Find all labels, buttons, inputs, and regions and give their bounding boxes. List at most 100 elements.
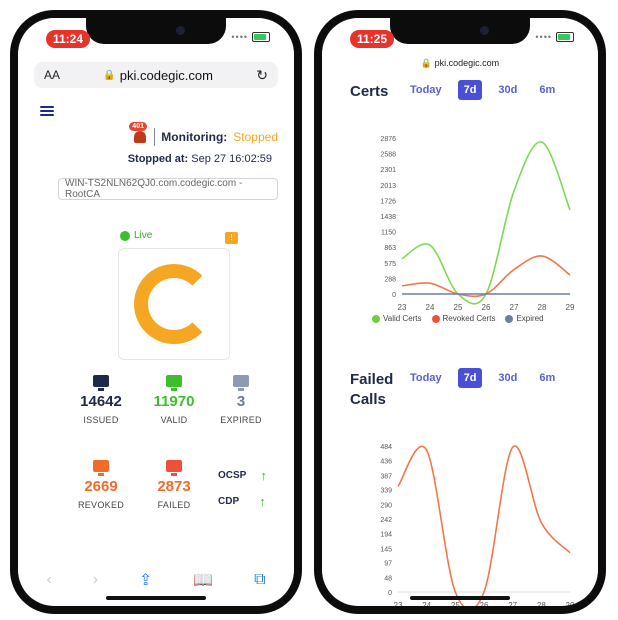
tab-30d[interactable]: 30d [492,80,523,100]
stat-valid[interactable]: 11970 VALID [139,375,209,425]
y-tick-label: 1726 [380,198,396,205]
tab-6m[interactable]: 6m [533,368,561,388]
y-tick-label: 575 [384,261,396,268]
host-selector[interactable]: WIN-TS2NLN62QJ0.com.codegic.com - RootCA [58,178,278,200]
legend-valid[interactable]: Valid Certs [372,314,422,323]
failed-calls-chart: 0 48 97 145 194 242 290 339 387 436 484 23 24 25 26 27 2… [380,444,575,606]
status-time: 11:25 [350,30,395,48]
pulse-icon [166,460,182,476]
x-tick-label: 27 [510,303,519,312]
stat-number: 2669 [84,478,118,495]
stat-revoked[interactable]: 2669 REVOKED [66,460,136,510]
legend-label: Revoked Certs [442,314,496,323]
certificate-icon [233,375,249,391]
legend-dot [372,314,380,323]
phone-left: 11:24 •••• AA 🔒 pki.codegic.com ↻ 401 Mo… [10,10,302,614]
divider [154,128,156,146]
failed-range-tabs: Today 7d 30d 6m [404,368,561,388]
failed-title-line-2: Calls [350,391,386,408]
share-icon[interactable]: ⇪ [139,570,152,590]
tab-7d[interactable]: 7d [457,80,483,100]
y-tick-label: 290 [380,503,392,510]
tab-7d[interactable]: 7d [457,368,483,388]
failed-calls-title: Failed Calls [350,370,393,410]
y-tick-label: 242 [380,517,392,524]
legend-label: Valid Certs [383,314,422,323]
x-tick-label: 27 [508,601,517,606]
y-tick-label: 339 [380,488,392,495]
stat-failed[interactable]: 2873 FAILED [139,460,209,510]
tab-today[interactable]: Today [404,80,448,100]
legend-expired[interactable]: Expired [505,314,544,323]
tabs-icon[interactable]: ⧉ [254,571,265,589]
tab-6m[interactable]: 6m [533,80,561,100]
y-tick-label: 2013 [380,183,396,190]
address-bar[interactable]: AA 🔒 pki.codegic.com ↻ [34,62,278,88]
stat-issued[interactable]: 14642 ISSUED [66,375,136,425]
phone-right: 11:25 •••• 🔒 pki.codegic.com Certs Today… [314,10,606,614]
x-tick-label: 25 [451,601,460,606]
monitoring-value: Stopped [233,130,278,144]
stat-number: 14642 [80,393,122,410]
lock-icon: 🔒 [103,69,116,81]
stat-label: REVOKED [77,500,125,510]
url-display[interactable]: 🔒 pki.codegic.com [322,58,598,69]
legend-dot [431,314,440,323]
back-icon[interactable]: ‹ [46,571,51,589]
notch [390,18,530,44]
bookmarks-icon[interactable]: 📖 [193,570,213,590]
x-tick-label: 29 [566,303,575,312]
notch [86,18,226,44]
failed-title-line-1: Failed [350,371,394,388]
arrow-up-icon: ↑ [260,468,267,483]
y-tick-label: 863 [384,245,396,252]
legend-dot [505,314,514,323]
home-indicator [106,596,206,600]
bell-icon[interactable]: 401 [129,122,148,146]
x-tick-label: 26 [480,601,489,606]
forward-icon[interactable]: › [93,571,98,589]
y-tick-label: 194 [380,531,392,538]
y-tick-label: 0 [388,590,392,597]
url-text: pki.codegic.com [119,67,213,83]
url-display[interactable]: 🔒 pki.codegic.com [103,68,213,83]
y-tick-label: 387 [380,473,392,480]
home-indicator [410,596,510,600]
x-tick-label: 29 [566,601,575,606]
y-tick-label: 1438 [380,214,396,221]
notification-badge: 401 [129,122,147,131]
reload-icon[interactable]: ↻ [256,67,268,84]
tab-today[interactable]: Today [404,368,448,388]
text-size-button[interactable]: AA [44,68,60,82]
ocsp-status[interactable]: OCSP ↑ [218,468,267,483]
x-tick-label: 26 [482,303,491,312]
cdp-status[interactable]: CDP ↑ [218,494,266,509]
y-tick-label: 1150 [381,230,396,237]
arrow-up-icon: ↑ [259,494,266,509]
y-tick-label: 2876 [380,136,396,143]
lock-icon: 🔒 [420,58,433,68]
stat-expired[interactable]: 3 EXPIRED [206,375,276,425]
menu-icon[interactable] [40,106,54,116]
legend-revoked[interactable]: Revoked Certs [431,314,496,323]
certificate-icon [93,460,109,476]
stopped-at: Stopped at: Sep 27 16:02:59 [128,153,272,165]
y-tick-label: 2301 [380,167,396,174]
stopped-at-label: Stopped at: [127,153,189,165]
certificate-icon [93,375,109,391]
series-line [401,141,571,305]
x-tick-label: 28 [538,303,547,312]
certs-title: Certs [350,83,389,100]
y-tick-label: 2588 [380,152,396,159]
ocsp-label: OCSP [218,470,247,481]
x-tick-label: 23 [398,303,407,312]
live-label: Live [134,230,153,241]
stat-label: FAILED [157,500,191,510]
stopped-at-value: Sep 27 16:02:59 [191,153,272,165]
tab-30d[interactable]: 30d [492,368,523,388]
stat-number: 3 [236,393,246,410]
legend-label: Expired [516,314,544,323]
series-line [397,445,571,606]
certificate-icon [166,375,182,391]
alert-flag-icon[interactable]: ! [225,232,238,244]
